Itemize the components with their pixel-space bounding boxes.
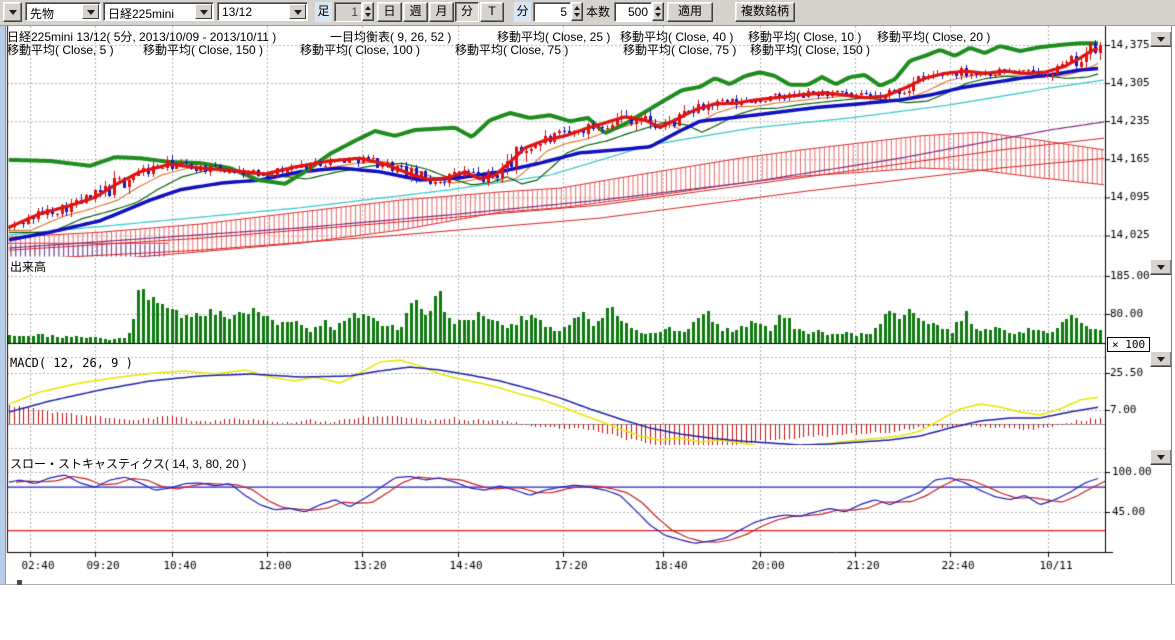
spin-down-icon[interactable] bbox=[574, 13, 580, 17]
macd-panel-scroll-button[interactable] bbox=[1150, 351, 1172, 367]
contract-month-combo[interactable]: 13/12 bbox=[217, 2, 308, 21]
category-combo[interactable]: 先物 bbox=[25, 2, 101, 21]
period-week-button[interactable]: 週 bbox=[403, 2, 428, 22]
chevron-down-icon bbox=[9, 10, 17, 15]
spin-down-icon[interactable] bbox=[655, 13, 661, 17]
bar-count-spinner[interactable] bbox=[652, 2, 664, 21]
spin-up-icon[interactable] bbox=[365, 6, 371, 10]
main-panel-scroll-button[interactable] bbox=[1150, 31, 1172, 47]
toolbar-dropdown-button[interactable] bbox=[3, 2, 22, 22]
volume-multiplier-badge: × 100 bbox=[1107, 337, 1150, 352]
bottom-frame-line bbox=[0, 584, 1175, 585]
bar-interval-spinner[interactable] bbox=[362, 2, 374, 21]
apply-button[interactable]: 適用 bbox=[667, 2, 713, 22]
multi-symbol-button[interactable]: 複数銘柄 bbox=[735, 2, 795, 22]
chevron-down-icon[interactable] bbox=[195, 4, 212, 19]
category-combo-value: 先物 bbox=[30, 5, 54, 22]
left-frame-line bbox=[5, 25, 6, 584]
symbol-combo-value: 日経225mini bbox=[108, 5, 174, 22]
spin-up-icon[interactable] bbox=[574, 6, 580, 10]
period-tick-button[interactable]: T bbox=[480, 2, 504, 22]
period-month-button[interactable]: 月 bbox=[429, 2, 454, 22]
toolbar: 先物 日経225mini 13/12 足 1 日 週 月 分 T 分 5 本数 … bbox=[0, 0, 1175, 26]
period-day-button[interactable]: 日 bbox=[377, 2, 402, 22]
chart-canvas[interactable] bbox=[0, 0, 1175, 585]
chevron-down-icon[interactable] bbox=[82, 4, 99, 19]
chevron-down-icon bbox=[1157, 357, 1165, 362]
minute-value-field[interactable]: 5 bbox=[533, 2, 571, 22]
bar-type-label: 足 bbox=[315, 2, 332, 22]
chevron-down-icon bbox=[1157, 265, 1165, 270]
chevron-down-icon bbox=[1157, 37, 1165, 42]
chevron-down-icon bbox=[1157, 455, 1165, 460]
symbol-combo[interactable]: 日経225mini bbox=[103, 2, 214, 21]
scrollbar-thumb[interactable] bbox=[17, 580, 22, 585]
bar-count-label: 本数 bbox=[586, 2, 610, 22]
stochastics-panel-scroll-button[interactable] bbox=[1150, 449, 1172, 465]
contract-combo-value: 13/12 bbox=[222, 5, 252, 19]
right-frame-line bbox=[1171, 0, 1172, 585]
spin-down-icon[interactable] bbox=[365, 13, 371, 17]
minute-label: 分 bbox=[514, 2, 531, 22]
bar-count-field[interactable]: 500 bbox=[614, 2, 652, 22]
chevron-down-icon[interactable] bbox=[289, 4, 306, 19]
volume-panel-scroll-button[interactable] bbox=[1150, 259, 1172, 275]
bar-interval-field[interactable]: 1 bbox=[334, 2, 362, 22]
chart-window: 先物 日経225mini 13/12 足 1 日 週 月 分 T 分 5 本数 … bbox=[0, 0, 1175, 640]
minute-spinner[interactable] bbox=[571, 2, 583, 21]
spin-up-icon[interactable] bbox=[655, 6, 661, 10]
period-minute-button[interactable]: 分 bbox=[455, 2, 479, 22]
